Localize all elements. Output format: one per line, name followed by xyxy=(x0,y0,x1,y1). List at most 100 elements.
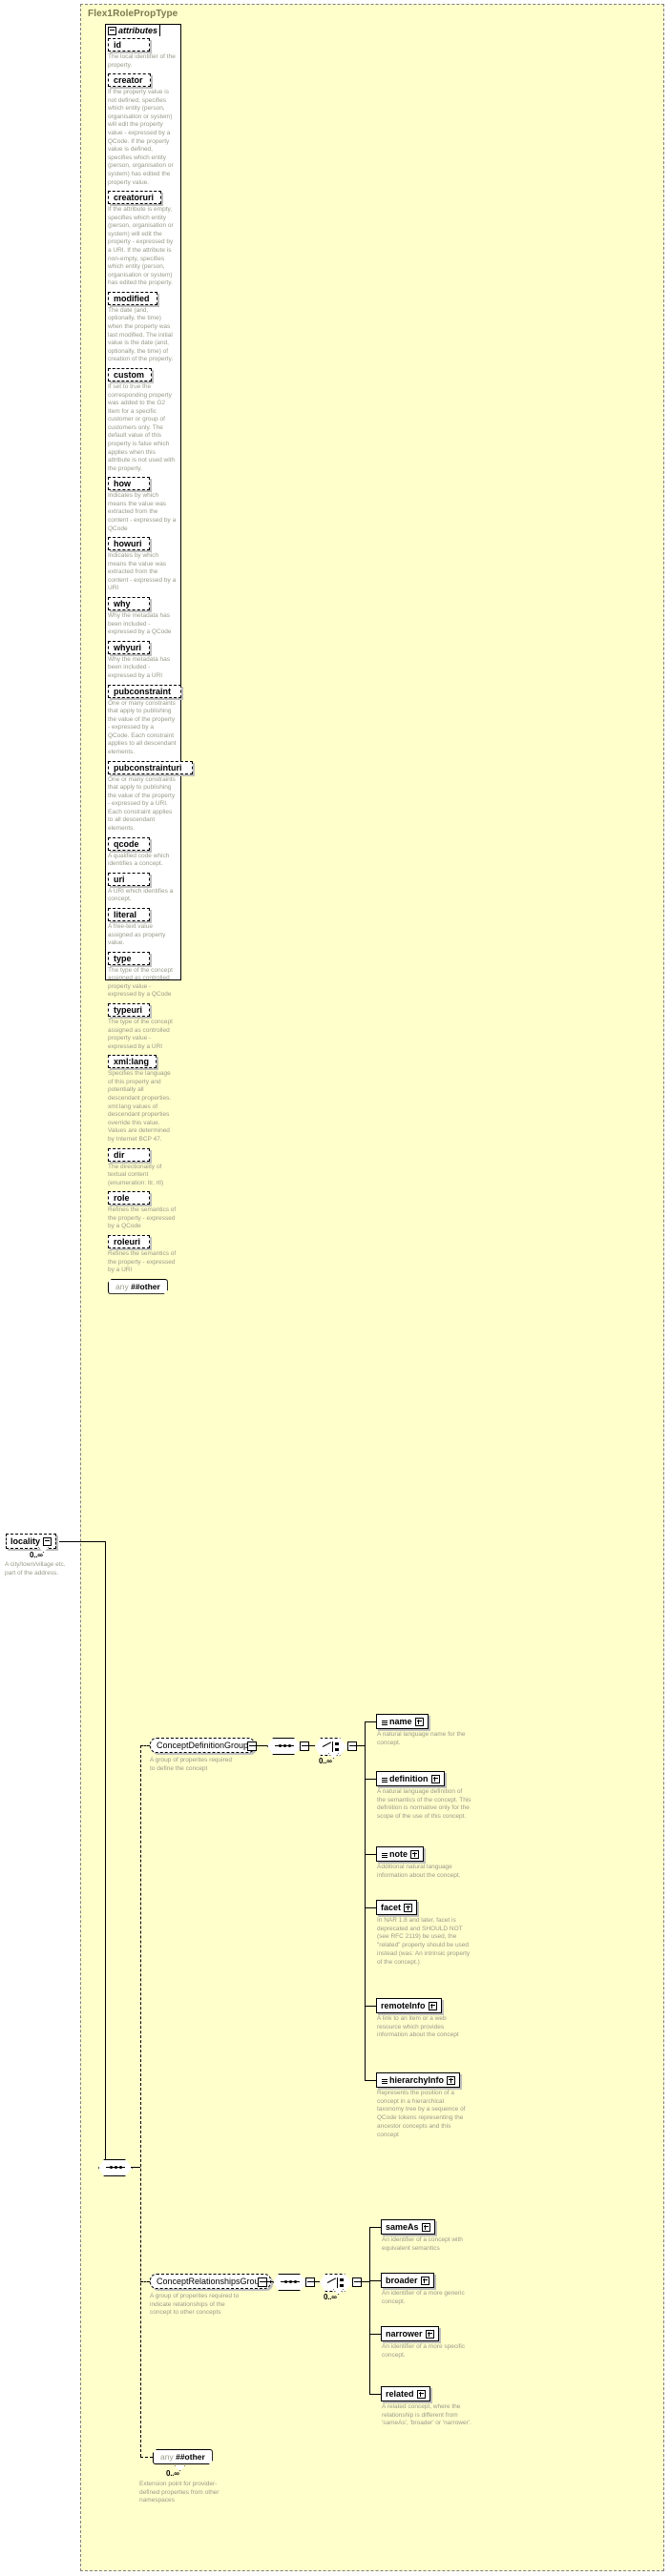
connector-line xyxy=(360,2281,369,2282)
expand-plus-icon[interactable] xyxy=(414,1717,424,1726)
connector-line xyxy=(365,2080,376,2081)
any-namespace: ##other xyxy=(176,2452,205,2462)
expand-plus-icon[interactable] xyxy=(410,1849,419,1859)
any-attribute-row: any ##other xyxy=(108,1279,178,1294)
element-broader[interactable]: broader xyxy=(381,2273,434,2288)
attribute-row: type The type of the concept assigned as… xyxy=(108,951,178,999)
attributes-tab[interactable]: attributes xyxy=(105,24,160,36)
connector-line xyxy=(365,2006,376,2007)
attribute-chip[interactable]: creatoruri xyxy=(108,191,162,205)
element-label: narrower xyxy=(386,2329,423,2339)
element-name[interactable]: name xyxy=(376,1714,429,1729)
element-locality[interactable]: locality xyxy=(6,1534,57,1549)
connector-line xyxy=(369,2227,370,2394)
attribute-chip[interactable]: howuri xyxy=(108,537,150,551)
element-label: name xyxy=(389,1717,412,1726)
expand-plus-icon[interactable] xyxy=(447,2075,456,2085)
element-facet[interactable]: facet xyxy=(376,1900,418,1915)
element-hierarchyinfo[interactable]: hierarchyInfo xyxy=(376,2072,461,2088)
group-concept-relationships[interactable]: ConceptRelationshipsGroup xyxy=(150,2274,271,2289)
expand-plus-icon[interactable] xyxy=(421,2222,430,2232)
element-description: An identifier of a concept with equivale… xyxy=(382,2236,463,2252)
attribute-description: If the property value is not defined, sp… xyxy=(108,89,174,186)
connector-line xyxy=(369,2280,381,2281)
attribute-chip[interactable]: creator xyxy=(108,73,151,88)
element-description: Represents the position of a concept in … xyxy=(377,2090,466,2138)
collapse-minus-icon[interactable] xyxy=(352,2277,362,2287)
attribute-row: modified The date (and, optionally, the … xyxy=(108,291,178,364)
expand-plus-icon[interactable] xyxy=(420,2276,429,2285)
attribute-chip[interactable]: role xyxy=(108,1191,150,1206)
attribute-description: One or many constraints that apply to pu… xyxy=(108,699,177,755)
element-label: note xyxy=(389,1849,408,1859)
attribute-description: A free-text value assigned as property v… xyxy=(108,922,166,947)
element-locality-description: A city/town/village etc. part of the add… xyxy=(5,1561,66,1577)
connector-line xyxy=(307,1745,315,1746)
element-definition[interactable]: definition xyxy=(376,1771,445,1786)
attribute-description: The local identifier of the property. xyxy=(108,53,176,69)
cardinality-label: 0..∞ xyxy=(319,1757,332,1765)
group-concept-definition[interactable]: ConceptDefinitionGroup xyxy=(150,1738,256,1753)
attribute-row: creator If the property value is not def… xyxy=(108,73,178,187)
connector-line-dashed xyxy=(140,1745,150,1746)
collapse-minus-icon[interactable] xyxy=(247,1741,257,1751)
element-narrower[interactable]: narrower xyxy=(381,2326,439,2341)
collapse-minus-icon[interactable] xyxy=(108,26,116,35)
element-description: Additional natural language information … xyxy=(377,1864,461,1879)
element-label: facet xyxy=(381,1903,402,1912)
attribute-chip[interactable]: id xyxy=(108,38,150,52)
element-label: related xyxy=(386,2389,414,2399)
attribute-chip[interactable]: type xyxy=(108,951,150,965)
attribute-chip[interactable]: roleuri xyxy=(108,1234,150,1248)
attribute-description: Specifies the language of this property … xyxy=(108,1070,172,1143)
connector-line xyxy=(313,2281,320,2282)
expand-plus-icon[interactable] xyxy=(430,1774,440,1783)
attribute-row: whyuri Why the metadata has been include… xyxy=(108,640,178,681)
expand-plus-icon[interactable] xyxy=(404,1903,413,1912)
collapse-minus-icon[interactable] xyxy=(305,2277,315,2287)
attribute-chip[interactable]: pubconstraint xyxy=(108,684,181,698)
attributes-list: id The local identifier of the property.… xyxy=(108,38,193,1297)
connector-line-dashed xyxy=(140,1745,141,2457)
collapse-minus-icon[interactable] xyxy=(43,1536,52,1546)
expand-plus-icon[interactable] xyxy=(425,2329,434,2339)
element-locality-label: locality xyxy=(10,1536,41,1546)
attribute-description: Why the metadata has been included - exp… xyxy=(108,612,172,636)
attribute-row: pubconstraint One or many constraints th… xyxy=(108,684,181,757)
attribute-chip[interactable]: modified xyxy=(108,291,157,305)
collapse-minus-icon[interactable] xyxy=(347,1741,357,1751)
attribute-chip[interactable]: why xyxy=(108,597,150,611)
attribute-chip[interactable]: uri xyxy=(108,872,150,886)
attribute-row: pubconstrainturi One or many constraints… xyxy=(108,760,193,834)
attribute-chip[interactable]: pubconstrainturi xyxy=(108,760,193,774)
attribute-chip[interactable]: typeuri xyxy=(108,1002,151,1017)
attribute-chip[interactable]: dir xyxy=(108,1147,150,1162)
attribute-chip[interactable]: qcode xyxy=(108,836,150,851)
attribute-description: Indicates by which means the value was e… xyxy=(108,492,177,532)
element-label: broader xyxy=(386,2276,418,2285)
collapse-minus-icon[interactable] xyxy=(258,2277,267,2287)
attribute-chip[interactable]: whyuri xyxy=(108,640,150,654)
connector-line xyxy=(365,1907,376,1908)
element-related[interactable]: related xyxy=(381,2386,430,2401)
collapse-minus-icon[interactable] xyxy=(300,1741,309,1751)
expand-plus-icon[interactable] xyxy=(428,2001,437,2010)
attribute-chip[interactable]: custom xyxy=(108,367,153,381)
attribute-chip[interactable]: how xyxy=(108,477,150,491)
any-namespace: ##other xyxy=(131,1281,160,1291)
any-attribute-chip[interactable]: any ##other xyxy=(108,1279,168,1294)
any-element-description: Extension point for provider-defined pro… xyxy=(139,2481,220,2504)
attribute-row: roleuri Refines the semantics of the pro… xyxy=(108,1234,178,1275)
attribute-row: uri A URI which identifies a concept. xyxy=(108,872,178,904)
attribute-chip[interactable]: literal xyxy=(108,907,150,921)
group-description: A group of properites required to indica… xyxy=(150,2293,240,2317)
element-remoteinfo[interactable]: remoteInfo xyxy=(376,1998,442,2013)
attribute-description: The type of the concept assigned as cont… xyxy=(108,1018,173,1050)
element-sameas[interactable]: sameAs xyxy=(381,2219,435,2235)
attribute-chip[interactable]: xml:lang xyxy=(108,1055,157,1069)
attribute-row: why Why the metadata has been included -… xyxy=(108,597,178,637)
expand-plus-icon[interactable] xyxy=(416,2389,426,2399)
connector-line xyxy=(369,2394,381,2395)
element-note[interactable]: note xyxy=(376,1846,424,1862)
any-element-chip[interactable]: any ##other xyxy=(153,2449,213,2464)
